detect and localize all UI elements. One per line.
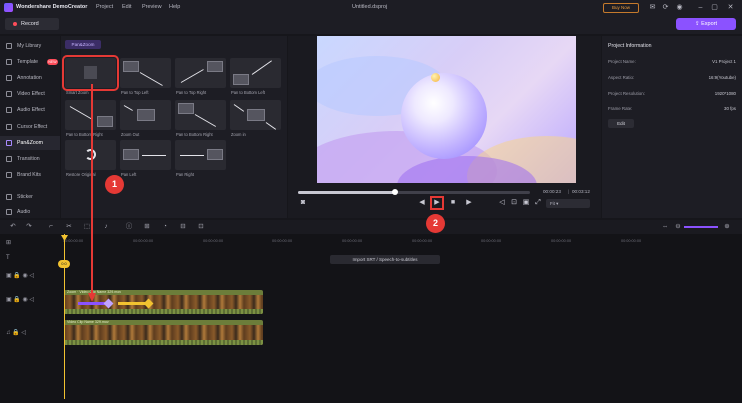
- annotation-arrow: [88, 84, 96, 302]
- step-badge-2: 2: [426, 214, 445, 233]
- democreator-window: Wondershare DemoCreator Project Edit Pre…: [0, 0, 742, 403]
- step-badge-1: 1: [105, 175, 124, 194]
